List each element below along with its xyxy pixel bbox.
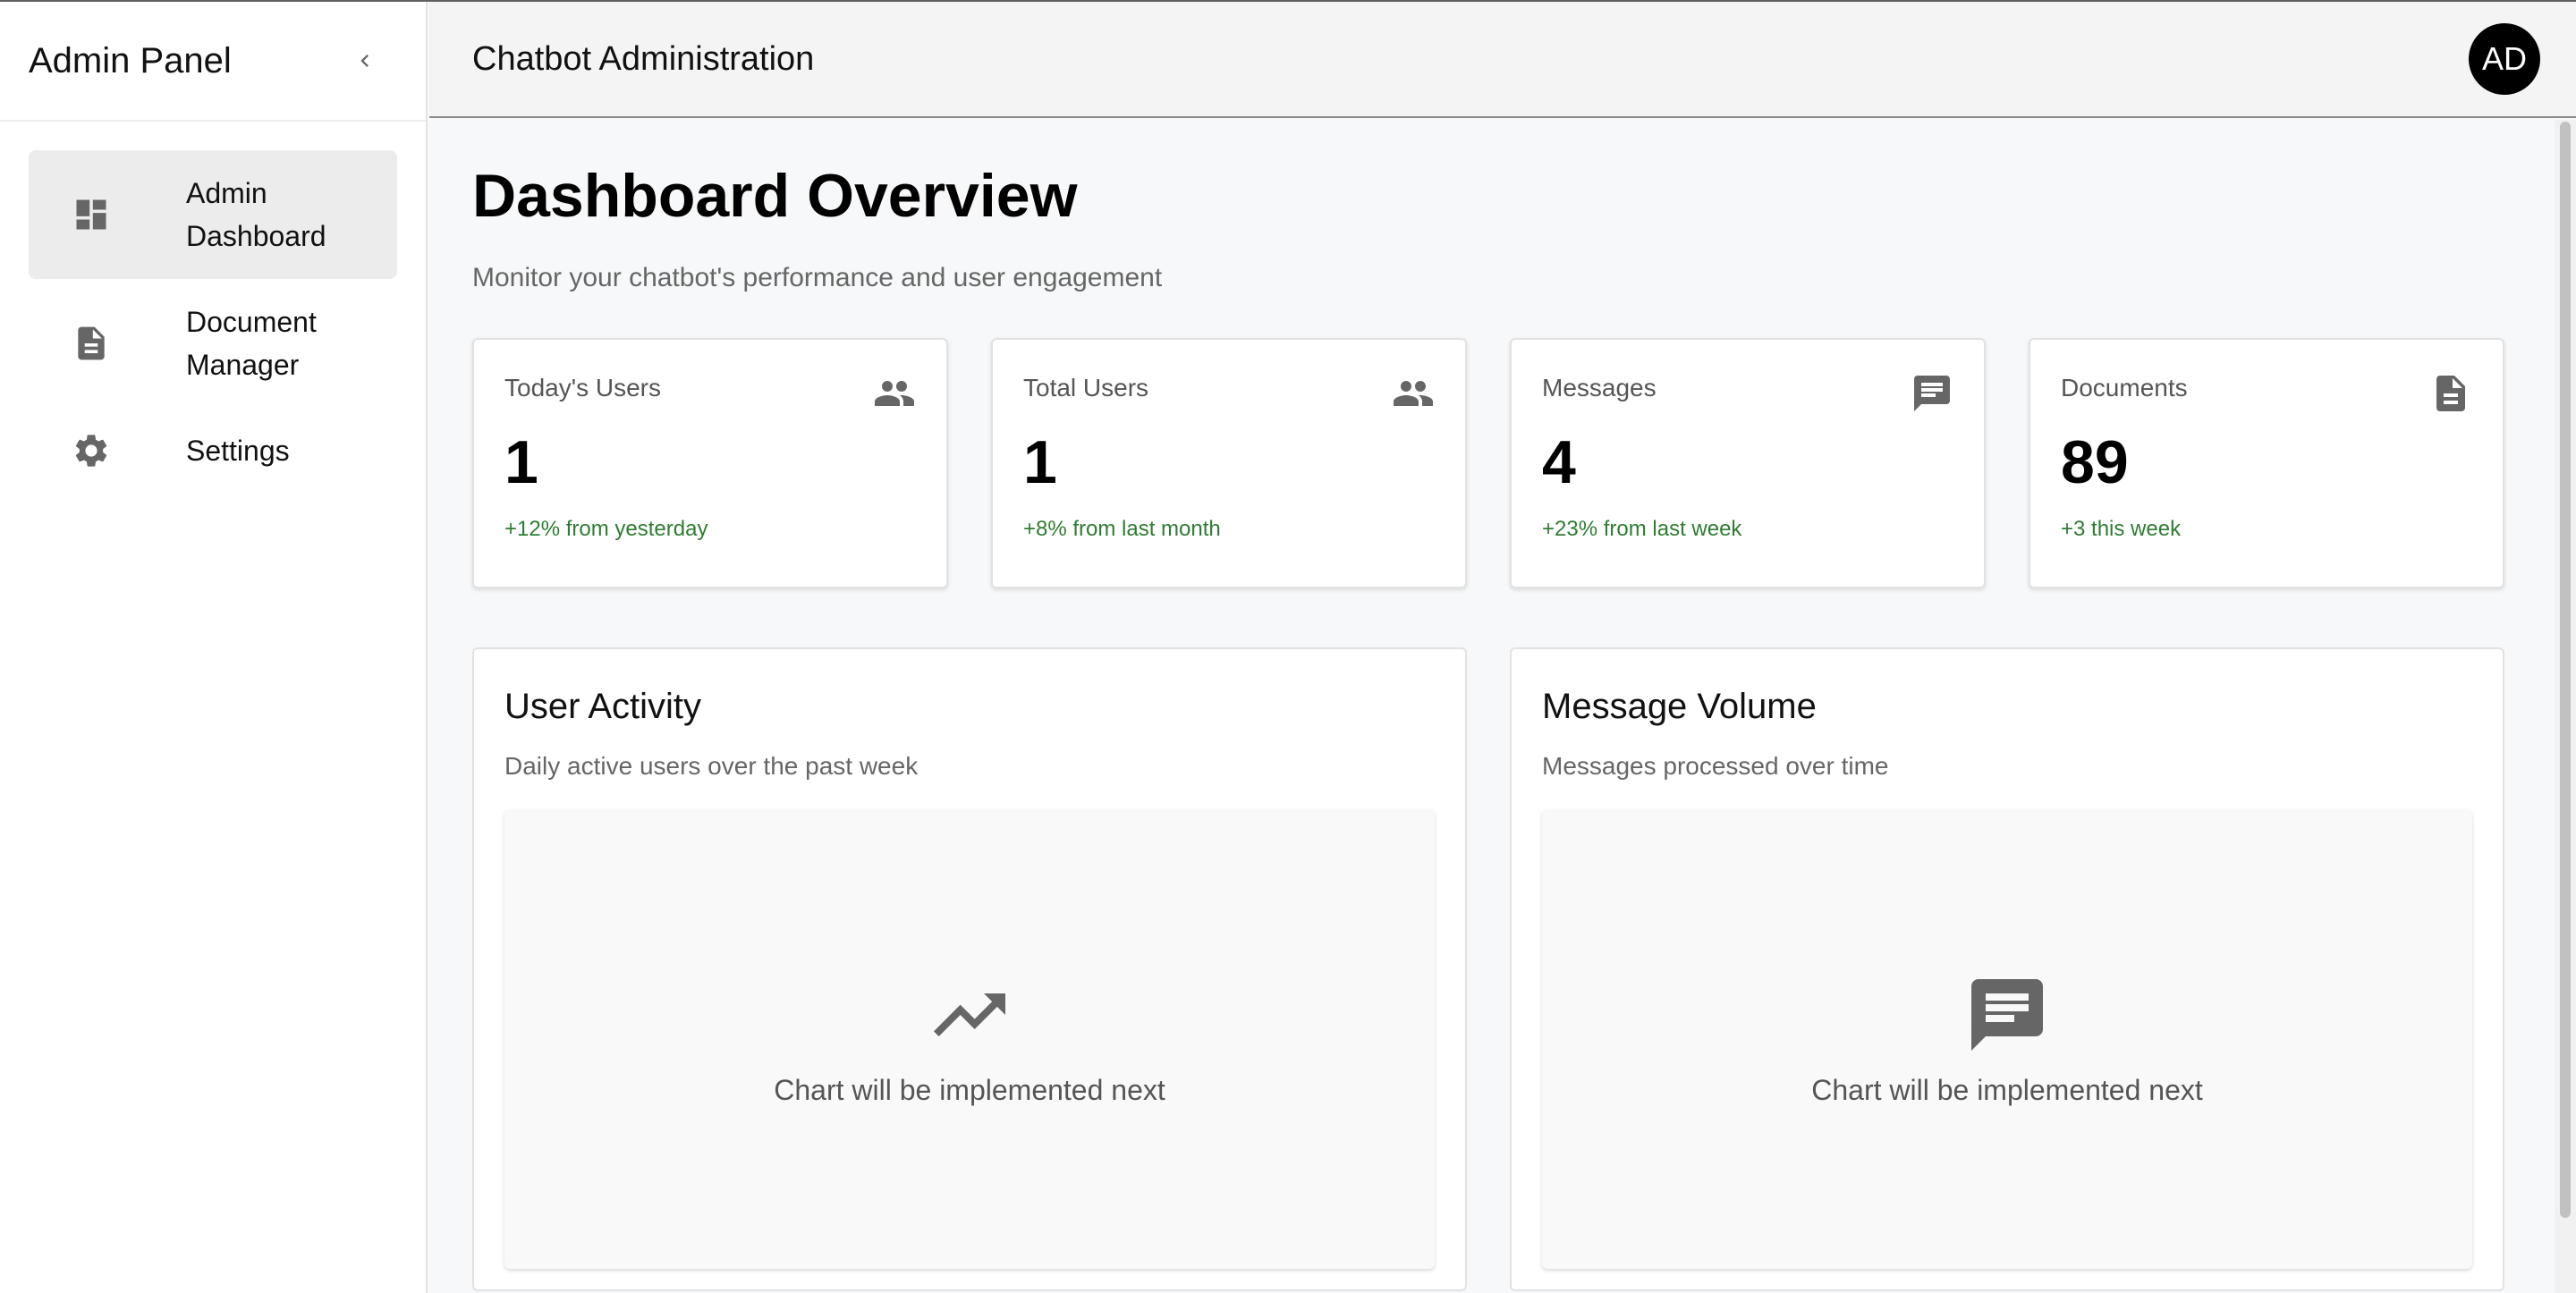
stat-card-todays-users: Today's Users 1 +12% from yesterday (472, 338, 948, 588)
chart-placeholder-text: Chart will be implemented next (774, 1073, 1165, 1106)
chart-placeholder: Chart will be implemented next (504, 809, 1435, 1269)
stat-value: 89 (2061, 428, 2129, 496)
sidebar: Admin Panel Admin Dashboard Document Man… (0, 2, 428, 1293)
chart-card-user-activity: User Activity Daily active users over th… (472, 647, 1467, 1291)
page-title: Dashboard Overview (472, 162, 1078, 230)
stat-change: +8% from last month (1023, 517, 1221, 541)
app-root: Admin Panel Admin Dashboard Document Man… (0, 0, 2576, 1293)
sidebar-item-settings[interactable]: Settings (29, 408, 397, 494)
stat-value: 1 (1023, 428, 1057, 496)
sidebar-item-document-manager[interactable]: Document Manager (29, 279, 397, 408)
chart-placeholder-text: Chart will be implemented next (1811, 1073, 2203, 1106)
stat-change: +12% from yesterday (504, 517, 708, 541)
people-icon (875, 381, 914, 406)
stat-card-documents: Documents 89 +3 this week (2029, 338, 2504, 588)
sidebar-item-label: Document Manager (186, 306, 317, 381)
sidebar-item-admin-dashboard[interactable]: Admin Dashboard (29, 150, 397, 279)
people-icon (1394, 381, 1433, 406)
message-icon (1971, 978, 2043, 1051)
top-bar: Chatbot Administration AD (429, 2, 2576, 118)
stat-card-total-users: Total Users 1 +8% from last month (991, 338, 1467, 588)
stats-row: Today's Users 1 +12% from yesterday Tota… (472, 338, 2515, 588)
sidebar-title: Admin Panel (29, 40, 232, 80)
main-scrollbar[interactable] (2555, 120, 2576, 1293)
stat-card-messages: Messages 4 +23% from last week (1510, 338, 1986, 588)
app-title: Chatbot Administration (472, 39, 815, 78)
scroll-thumb[interactable] (2560, 122, 2571, 1218)
chart-subtitle: Daily active users over the past week (504, 752, 919, 780)
gear-icon (66, 426, 116, 476)
main-content: Dashboard Overview Monitor your chatbot'… (429, 120, 2558, 1293)
document-icon (2436, 376, 2465, 411)
message-icon (1914, 376, 1950, 411)
charts-row: User Activity Daily active users over th… (472, 647, 2515, 1291)
stat-value: 1 (504, 428, 538, 496)
stat-value: 4 (1542, 428, 1576, 496)
dashboard-icon (66, 190, 116, 240)
stat-label: Today's Users (504, 374, 661, 401)
stat-label: Documents (2061, 374, 2188, 401)
collapse-sidebar-button[interactable] (347, 43, 383, 79)
sidebar-nav: Admin Dashboard Document Manager Setting… (0, 122, 426, 494)
stat-label: Total Users (1023, 374, 1149, 401)
trending-up-icon (934, 993, 1005, 1036)
document-icon (66, 318, 116, 368)
chart-card-message-volume: Message Volume Messages processed over t… (1510, 647, 2504, 1291)
chart-title: User Activity (504, 687, 702, 726)
stat-label: Messages (1542, 374, 1657, 401)
stat-change: +23% from last week (1542, 517, 1742, 541)
chart-title: Message Volume (1542, 687, 1817, 726)
sidebar-item-label: Admin Dashboard (186, 177, 326, 252)
page-subtitle: Monitor your chatbot's performance and u… (472, 263, 1163, 292)
chevron-left-icon (360, 55, 369, 67)
sidebar-header: Admin Panel (0, 2, 426, 122)
avatar[interactable]: AD (2469, 23, 2540, 95)
sidebar-item-label: Settings (186, 435, 290, 467)
chart-placeholder: Chart will be implemented next (1542, 809, 2472, 1269)
stat-change: +3 this week (2061, 517, 2182, 541)
chart-subtitle: Messages processed over time (1542, 752, 1889, 780)
